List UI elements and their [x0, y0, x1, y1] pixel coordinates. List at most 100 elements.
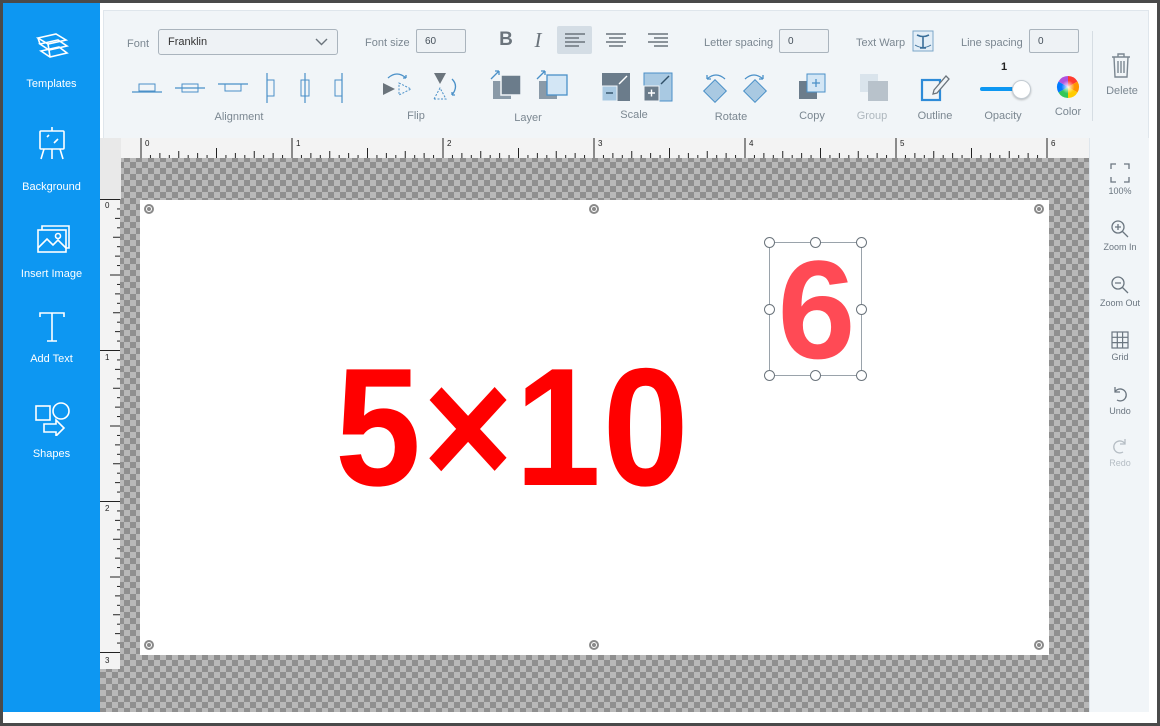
sidebar-item-shapes[interactable]: Shapes	[3, 398, 100, 478]
fit-100-label: 100%	[1108, 186, 1132, 196]
sidebar-item-label: Add Text	[30, 353, 73, 365]
grommet-marker	[144, 640, 154, 650]
align-right-button[interactable]	[641, 26, 675, 54]
align-bottom-icon	[132, 83, 162, 93]
opacity-slider-thumb[interactable]	[1012, 80, 1031, 99]
grid-button[interactable]: Grid	[1090, 331, 1150, 362]
zoom-out-button[interactable]: Zoom Out	[1090, 275, 1150, 308]
color-wheel-icon	[1057, 76, 1079, 98]
opacity-slider[interactable]	[980, 79, 1032, 101]
ruler-left: 0 1 2 3	[100, 199, 120, 669]
outline-group-label: Outline	[917, 110, 953, 122]
scale-group-label: Scale	[620, 109, 648, 121]
resize-handle-bottom[interactable]	[810, 370, 821, 381]
zoom-out-label: Zoom Out	[1099, 298, 1140, 308]
selected-text-object[interactable]: 6	[764, 235, 867, 385]
superscript-text[interactable]: 6	[770, 235, 863, 385]
font-size-input[interactable]: 60	[416, 29, 466, 53]
sidebar-item-label: Insert Image	[20, 268, 83, 280]
bold-button[interactable]: B	[489, 26, 523, 54]
group-group-label: Group	[856, 110, 888, 122]
letter-spacing-label: Letter spacing	[704, 37, 774, 49]
resize-handle-left[interactable]	[764, 304, 775, 315]
grommet-marker	[1034, 640, 1044, 650]
sidebar-item-label: Background	[22, 181, 81, 193]
undo-button[interactable]: Undo	[1090, 385, 1150, 416]
sidebar-item-insert-image[interactable]: Insert Image	[3, 218, 100, 298]
align-right-icon	[648, 33, 668, 47]
align-center-button[interactable]	[599, 26, 633, 54]
bring-forward-icon	[490, 70, 522, 99]
text-warp-button[interactable]	[912, 30, 934, 52]
flip-horizontal-icon	[383, 73, 413, 96]
layer-group-label: Layer	[514, 112, 542, 124]
align-middle-icon	[175, 83, 205, 93]
outline-button[interactable]	[918, 70, 952, 104]
scale-up-button[interactable]	[643, 72, 673, 102]
letter-spacing-value: 0	[788, 36, 794, 47]
shapes-icon	[35, 402, 70, 436]
grommet-marker	[1034, 204, 1044, 214]
grommet-marker	[589, 204, 599, 214]
copy-button[interactable]	[796, 71, 828, 103]
ruler-left-ticks	[100, 199, 120, 653]
delete-button[interactable]	[1110, 52, 1132, 78]
align-center-vertical-button[interactable]	[298, 73, 312, 103]
send-backward-button[interactable]	[535, 69, 571, 105]
scale-down-button[interactable]	[601, 72, 631, 102]
redo-label: Redo	[1109, 458, 1131, 468]
sidebar-item-background[interactable]: Background	[3, 123, 100, 203]
align-left-button[interactable]	[557, 26, 592, 54]
grid-label: Grid	[1111, 352, 1129, 362]
undo-label: Undo	[1109, 406, 1131, 416]
align-top-button[interactable]	[218, 81, 248, 95]
rotate-right-button[interactable]	[739, 71, 769, 103]
line-spacing-input[interactable]: 0	[1029, 29, 1079, 53]
flip-vertical-icon	[433, 73, 457, 100]
sidebar-item-templates[interactable]: Templates	[3, 28, 100, 108]
redo-icon	[1113, 439, 1126, 454]
flip-horizontal-button[interactable]	[380, 71, 414, 103]
fit-screen-icon	[1110, 163, 1130, 183]
artboard[interactable]: 5×10	[140, 200, 1049, 655]
align-middle-button[interactable]	[175, 81, 205, 95]
resize-handle-bottom-left[interactable]	[764, 370, 775, 381]
resize-handle-top-left[interactable]	[764, 237, 775, 248]
resize-handle-top[interactable]	[810, 237, 821, 248]
resize-handle-top-right[interactable]	[856, 237, 867, 248]
ruler-top: 0 1 2 3 4 5 6	[121, 138, 1089, 158]
font-select[interactable]: Franklin	[158, 29, 338, 55]
flip-vertical-button[interactable]	[425, 71, 459, 103]
templates-icon	[35, 33, 70, 58]
align-right-edge-button[interactable]	[332, 73, 346, 103]
align-bottom-button[interactable]	[132, 81, 162, 95]
insert-image-icon	[37, 225, 70, 253]
delete-group-label: Delete	[1106, 85, 1138, 97]
font-select-value: Franklin	[168, 36, 208, 48]
ruler-top-mark: 1	[296, 139, 301, 148]
font-size-value: 60	[425, 36, 437, 47]
flip-group-label: Flip	[407, 110, 425, 122]
group-button[interactable]	[857, 71, 889, 103]
right-panel: 100% Zoom In Zoom Out Grid Undo Redo	[1089, 138, 1149, 716]
background-icon	[39, 127, 65, 160]
align-center-icon	[606, 33, 626, 47]
resize-handle-bottom-right[interactable]	[856, 370, 867, 381]
color-group-label: Color	[1054, 106, 1082, 118]
zoom-in-button[interactable]: Zoom In	[1090, 219, 1150, 252]
color-picker-button[interactable]	[1056, 75, 1080, 99]
bring-forward-button[interactable]	[489, 69, 525, 105]
opacity-value: 1	[1001, 61, 1008, 73]
resize-handle-right[interactable]	[856, 304, 867, 315]
rotate-left-button[interactable]	[701, 71, 731, 103]
letter-spacing-input[interactable]: 0	[779, 29, 829, 53]
grommet-marker	[144, 204, 154, 214]
sidebar-item-label: Templates	[26, 78, 77, 90]
redo-button[interactable]: Redo	[1090, 437, 1150, 468]
line-spacing-value: 0	[1038, 36, 1044, 47]
align-left-edge-button[interactable]	[264, 73, 278, 103]
main-text-object[interactable]: 5×10	[335, 343, 691, 511]
italic-button[interactable]: I	[521, 26, 555, 54]
sidebar-item-add-text[interactable]: Add Text	[3, 303, 100, 383]
fit-100-button[interactable]: 100%	[1090, 163, 1150, 196]
